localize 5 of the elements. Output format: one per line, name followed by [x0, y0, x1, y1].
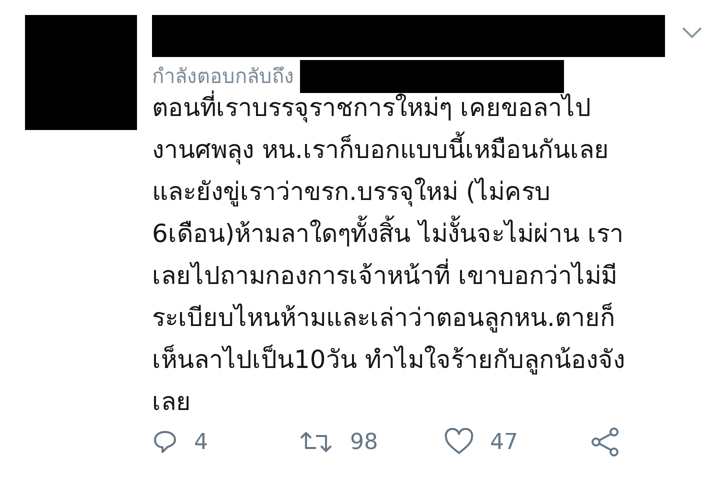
action-count: 47 [490, 430, 518, 454]
action-count: 98 [350, 430, 378, 454]
replying-to-label: กำลังตอบกลับถึง [152, 63, 294, 90]
action-count: 4 [194, 430, 208, 454]
tweet-text: ตอนที่เราบรรจุราชการใหม่ๆ เคยขอลาไป งานศพลุง หน.เราก็บอกแบบนี้เหมือนกันเลย และยังขู่เราว่าขรก.บรรจุใหม่ (ไม่ครบ 6เดือน)ห้ามลาใดๆทั้งสิ้น ไม่งั้นจะไม่ผ่าน เรา เลยไปถามกองการเจ้าหน้าที่ เขาบอกว่าไม่มี ระเบียบไหนห้ามและเล่าว่าตอนลูกหน.ตายก็ เห็นลาไปเป็น10วัน ทำไมใจร้ายกับลูกน้องจัง เลย [152, 87, 625, 423]
